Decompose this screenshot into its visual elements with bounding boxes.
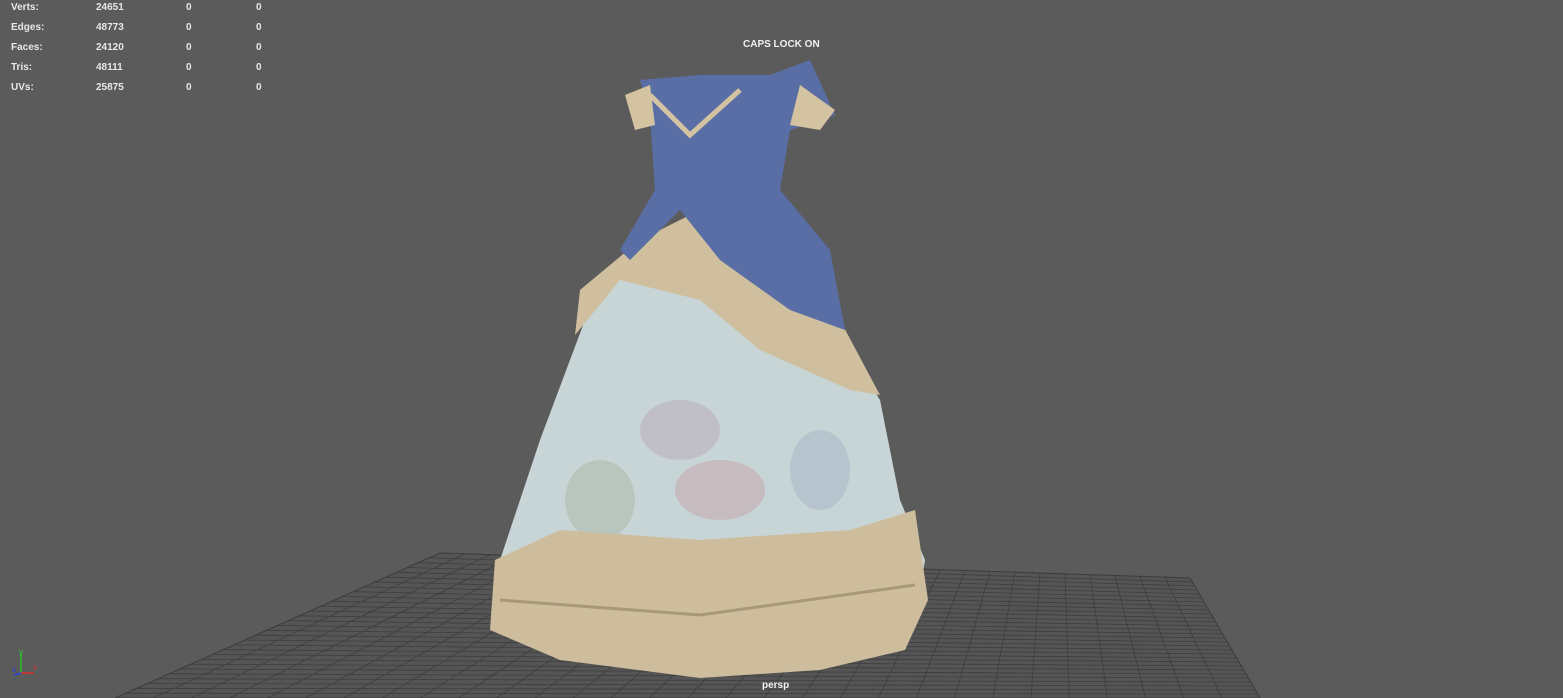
hud-label: Tris:: [11, 61, 33, 73]
hud-label: UVs:: [11, 81, 34, 93]
hud-sel2: 0: [256, 81, 262, 93]
hud-sel2: 0: [256, 41, 262, 53]
hud-sel: 0: [186, 61, 192, 73]
hud-sel: 0: [186, 21, 192, 33]
axis-gizmo: y x z: [12, 647, 37, 676]
hud-value: 48773: [96, 21, 124, 33]
hud-row: Faces: 24120 0 0: [11, 37, 326, 57]
hud-sel: 0: [186, 41, 192, 53]
poly-count-hud: Verts: 24651 0 0 Edges: 48773 0 0 Faces: 24120 0 0 T…: [11, 0, 326, 97]
hud-label: Faces:: [11, 41, 43, 53]
hud-row: Edges: 48773 0 0: [11, 17, 326, 37]
hud-row: Verts: 24651 0 0: [11, 0, 326, 17]
hud-sel2: 0: [256, 1, 262, 13]
hud-sel: 0: [186, 81, 192, 93]
hud-value: 48111: [96, 61, 123, 73]
hud-label: Edges:: [11, 21, 45, 33]
axis-z-label: z: [12, 665, 16, 674]
3d-viewport[interactable]: y x z Verts: 24651 0 0 Edges: 48773 0 0 Faces: 24…: [0, 0, 1563, 698]
caps-lock-indicator: CAPS LOCK ON: [743, 39, 820, 50]
camera-name-label: persp: [762, 680, 790, 691]
axis-y-label: y: [19, 647, 23, 656]
hud-sel: 0: [186, 1, 192, 13]
dress-sleeve-left: [625, 85, 655, 130]
hud-value: 24651: [96, 1, 124, 13]
dress-model[interactable]: [490, 60, 928, 678]
axis-x-label: x: [33, 663, 37, 672]
scene: y x z: [12, 60, 1261, 698]
hud-row: Tris: 48111 0 0: [11, 57, 326, 77]
hud-sel2: 0: [256, 21, 262, 33]
hud-label: Verts:: [11, 1, 39, 13]
hud-value: 25875: [96, 81, 124, 93]
hud-row: UVs: 25875 0 0: [11, 77, 326, 97]
hud-sel2: 0: [256, 61, 262, 73]
hud-value: 24120: [96, 41, 124, 53]
